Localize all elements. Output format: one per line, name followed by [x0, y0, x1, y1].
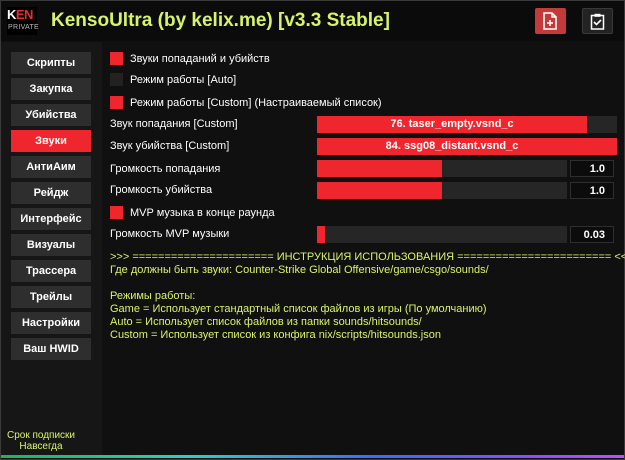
slider-fill: [317, 160, 442, 177]
mvp-volume-slider[interactable]: [317, 226, 567, 243]
slider-fill: [317, 182, 442, 199]
instructions-mode-auto: Auto = Использует список файлов из папки…: [110, 316, 422, 328]
subscription-value: Навсегда: [19, 441, 63, 452]
kill-volume-label: Громкость убийства: [110, 184, 213, 196]
hit-volume-slider[interactable]: [317, 160, 567, 177]
sidebar-item-trails[interactable]: Трейлы: [11, 286, 91, 308]
instructions-mode-game: Game = Использует стандартный список фай…: [110, 303, 487, 315]
sounds-panel: Звуки попаданий и убийств Режим работы […: [102, 42, 625, 455]
checkbox-label: Режим работы [Auto]: [130, 74, 237, 86]
title-bar: KEN PRIVATE KensoUltra (by kelix.me) [v3…: [1, 1, 624, 41]
clipboard-check-icon: [590, 13, 605, 30]
sidebar-item-purchase[interactable]: Закупка: [11, 78, 91, 100]
checkbox-label: MVP музыка в конце раунда: [130, 207, 275, 219]
sidebar-item-kills[interactable]: Убийства: [11, 104, 91, 126]
sidebar: Скрипты Закупка Убийства Звуки АнтиАим Р…: [1, 42, 102, 458]
kill-volume-value[interactable]: 1.0: [570, 182, 614, 199]
kill-sound-label: Звук убийства [Custom]: [110, 140, 230, 152]
sidebar-item-hwid[interactable]: Ваш HWID: [11, 338, 91, 360]
sidebar-item-antiaim[interactable]: АнтиАим: [11, 156, 91, 178]
subscription-label: Срок подписки: [6, 430, 76, 441]
selector-value: 84. ssg08_distant.vsnd_c: [385, 140, 519, 152]
sidebar-item-scripts[interactable]: Скрипты: [11, 52, 91, 74]
kill-volume-slider[interactable]: [317, 182, 567, 199]
save-config-button[interactable]: [535, 8, 566, 34]
instructions-path: Где должны быть звуки: Counter-Strike Gl…: [110, 264, 489, 276]
hit-sound-label: Звук попадания [Custom]: [110, 118, 238, 130]
sidebar-item-tracers[interactable]: Трассера: [11, 260, 91, 282]
checkbox-label: Звуки попаданий и убийств: [130, 53, 270, 65]
mvp-volume-label: Громкость MVP музыки: [110, 228, 230, 240]
document-add-icon: [543, 12, 557, 30]
slider-fill: [317, 226, 325, 243]
window-title: KensoUltra (by kelix.me) [v3.3 Stable]: [51, 10, 390, 31]
selector-value: 76. taser_empty.vsnd_c: [390, 118, 514, 130]
hit-sound-selector[interactable]: 76. taser_empty.vsnd_c: [317, 116, 617, 133]
sidebar-item-interface[interactable]: Интерфейс: [11, 208, 91, 230]
app-logo: KEN PRIVATE: [7, 7, 40, 35]
checkbox-box[interactable]: [110, 96, 123, 109]
instructions-mode-custom: Custom = Использует список из конфига ni…: [110, 329, 441, 341]
instructions-banner: >>> ====================== ИНСТРУКЦИЯ ИС…: [110, 251, 625, 263]
sidebar-item-sounds[interactable]: Звуки: [11, 130, 91, 152]
rgb-accent-bar: [1, 455, 624, 458]
sidebar-item-settings[interactable]: Настройки: [11, 312, 91, 334]
checkbox-box[interactable]: [110, 73, 123, 86]
checkbox-box[interactable]: [110, 52, 123, 65]
kill-sound-selector[interactable]: 84. ssg08_distant.vsnd_c: [317, 138, 617, 155]
logo-subtitle: PRIVATE: [8, 24, 40, 31]
sidebar-item-rage[interactable]: Рейдж: [11, 182, 91, 204]
sidebar-item-visuals[interactable]: Визуалы: [11, 234, 91, 256]
logo-letters-en: EN: [15, 7, 34, 22]
hit-volume-label: Громкость попадания: [110, 163, 221, 175]
instructions-modes-title: Режимы работы:: [110, 290, 196, 302]
load-config-button[interactable]: [582, 8, 613, 34]
mvp-volume-value[interactable]: 0.03: [570, 226, 614, 243]
checkbox-box[interactable]: [110, 206, 123, 219]
logo-letter-k: K: [7, 7, 16, 22]
checkbox-label: Режим работы [Custom] (Настраиваемый спи…: [130, 97, 382, 109]
hit-volume-value[interactable]: 1.0: [570, 160, 614, 177]
